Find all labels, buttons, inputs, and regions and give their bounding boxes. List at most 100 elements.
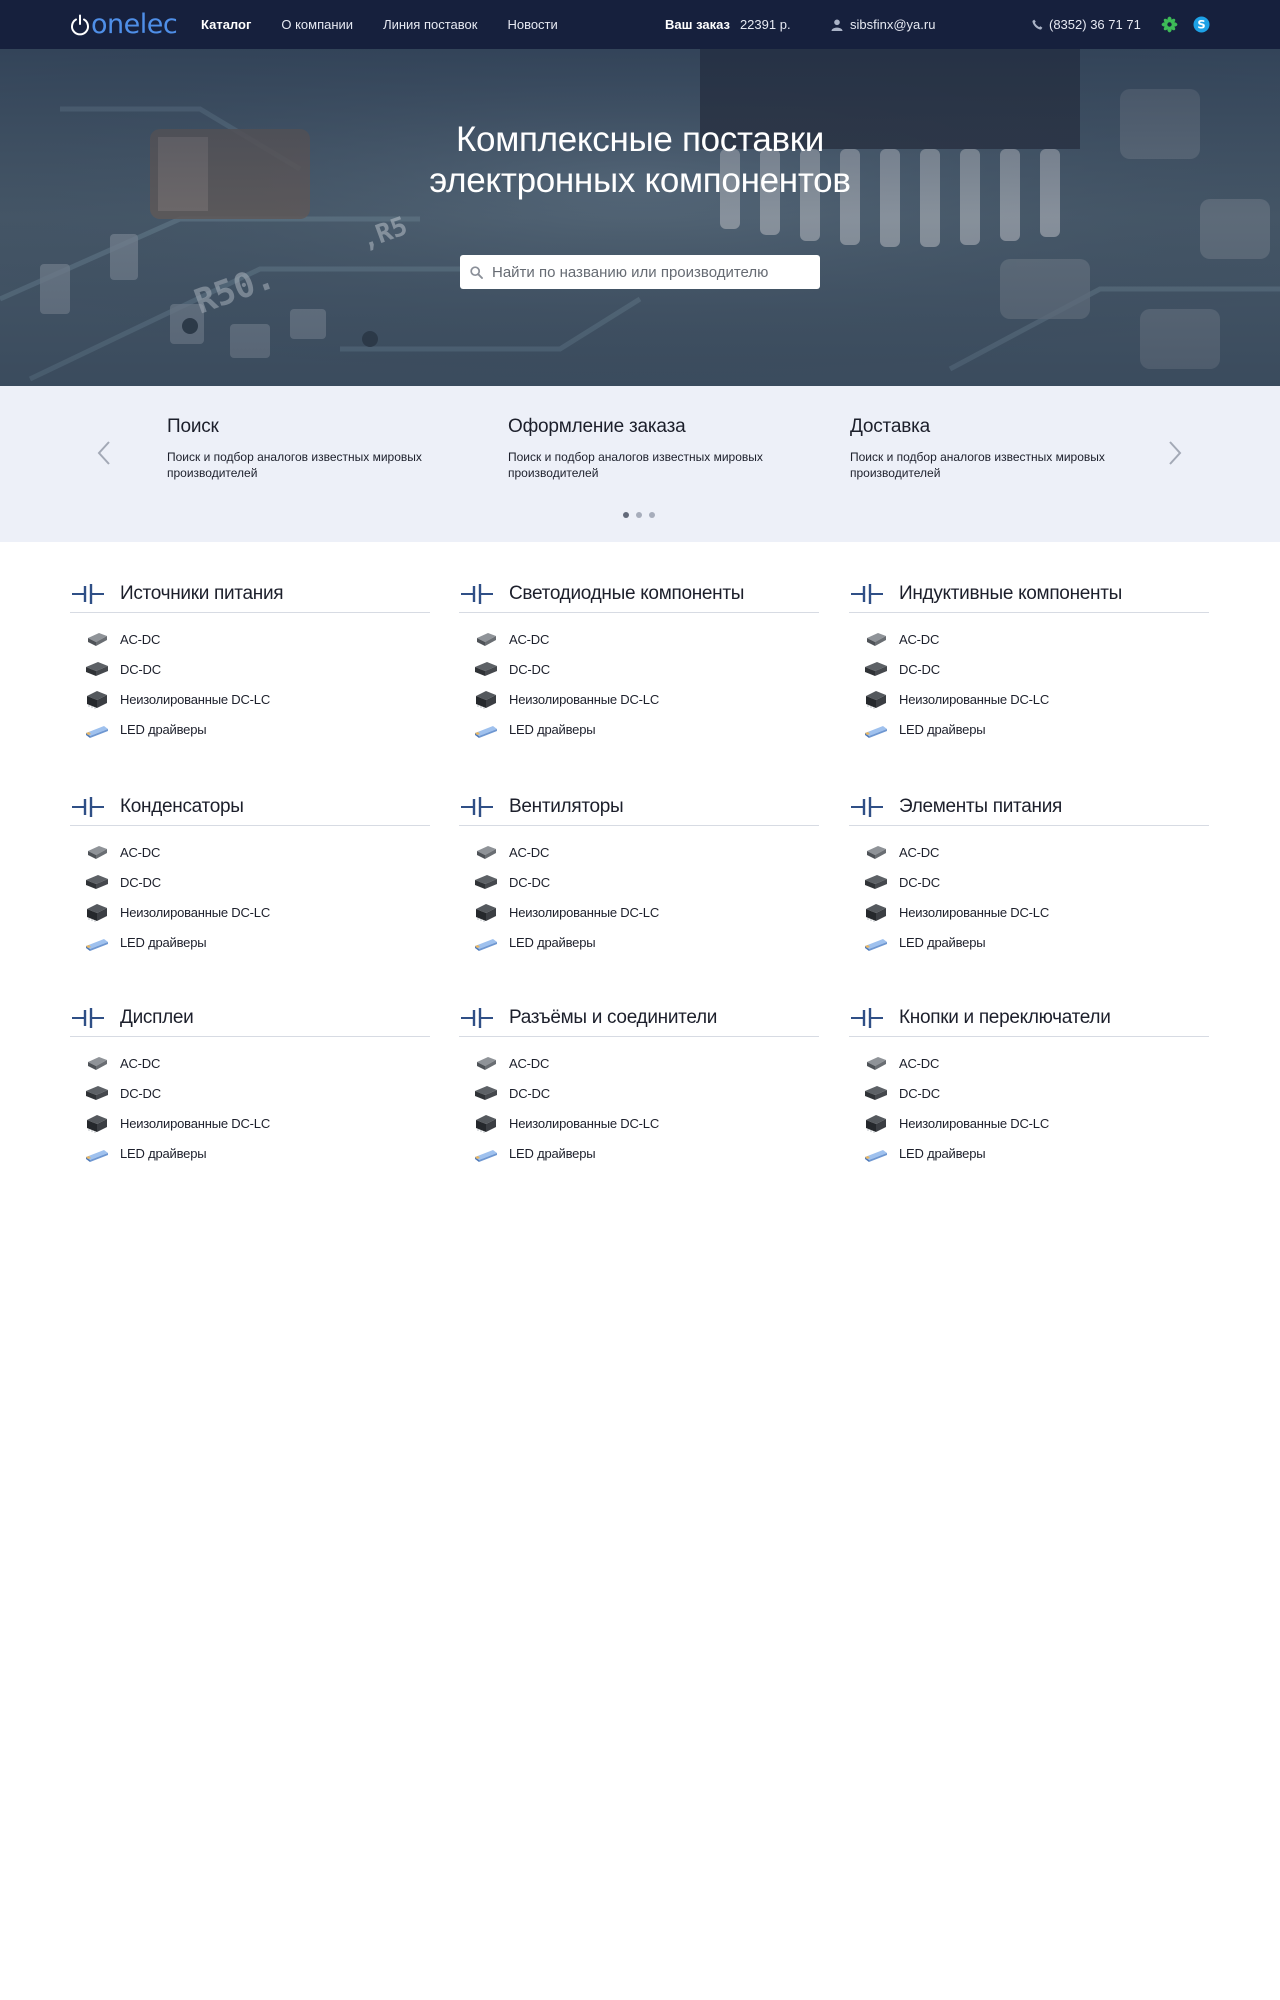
category-header[interactable]: Индуктивные компоненты [849,576,1209,613]
category-header[interactable]: Элементы питания [849,789,1209,826]
category-item[interactable]: Неизолированные DC-LC [70,684,430,714]
category-item[interactable]: AC-DC [849,624,1209,654]
category-item-label: LED драйверы [899,721,986,737]
category-item[interactable]: AC-DC [849,837,1209,867]
non-isolated-module-icon [476,1115,496,1133]
category-item[interactable]: DC-DC [459,1078,819,1108]
dc-dc-module-icon [865,662,887,676]
category-list: AC-DC DC-DC Неизолированные DC-LC LED драйв… [459,837,819,957]
feature-title: Поиск [167,416,219,437]
category-item[interactable]: DC-DC [70,867,430,897]
non-isolated-module-icon [476,691,496,709]
category-item[interactable]: Неизолированные DC-LC [459,1108,819,1138]
phone-contact[interactable]: (8352) 36 71 71 [1032,0,1141,49]
category-header[interactable]: Дисплеи [70,1000,430,1037]
category-item[interactable]: LED драйверы [459,927,819,957]
category-item[interactable]: DC-DC [70,654,430,684]
skype-icon[interactable]: S [1193,16,1210,33]
category-title: Элементы питания [899,796,1062,817]
category-item-label: LED драйверы [509,934,596,950]
category-item[interactable]: LED драйверы [70,714,430,744]
dc-dc-module-icon [865,1086,887,1100]
capacitor-icon [851,584,883,604]
category-item[interactable]: AC-DC [459,624,819,654]
category-item[interactable]: AC-DC [70,837,430,867]
category-item-label: DC-DC [509,1085,550,1101]
category-header[interactable]: Светодиодные компоненты [459,576,819,613]
category-header[interactable]: Разъёмы и соединители [459,1000,819,1037]
category-item[interactable]: AC-DC [70,624,430,654]
capacitor-icon [851,797,883,817]
nav-supply-line[interactable]: Линия поставок [383,17,477,32]
category-item-label: AC-DC [899,631,940,647]
led-driver-icon [86,939,108,951]
phone-number: (8352) 36 71 71 [1049,17,1141,32]
logo-text: onelec [91,9,178,40]
search-input[interactable] [492,263,802,281]
user-account[interactable]: sibsfinx@ya.ru [831,0,935,49]
category-list: AC-DC DC-DC Неизолированные DC-LC LED драйв… [70,624,430,744]
carousel-dot-1[interactable] [623,512,629,518]
category-item[interactable]: Неизолированные DC-LC [459,684,819,714]
category-item[interactable]: LED драйверы [70,1138,430,1168]
category-header[interactable]: Вентиляторы [459,789,819,826]
category-item-label: AC-DC [120,1055,161,1071]
category-item[interactable]: LED драйверы [70,927,430,957]
category-item[interactable]: LED драйверы [849,927,1209,957]
carousel-dot-2[interactable] [636,512,642,518]
category-title: Вентиляторы [509,796,624,817]
nav-news[interactable]: Новости [507,17,557,32]
category-item[interactable]: DC-DC [459,654,819,684]
category-header[interactable]: Кнопки и переключатели [849,1000,1209,1037]
ac-dc-module-icon [88,1057,107,1070]
category-item[interactable]: AC-DC [459,837,819,867]
category-header[interactable]: Конденсаторы [70,789,430,826]
category-item[interactable]: AC-DC [849,1048,1209,1078]
category-title: Кнопки и переключатели [899,1007,1111,1028]
nav-about[interactable]: О компании [281,17,353,32]
order-label: Ваш заказ [665,17,730,32]
category-item[interactable]: Неизолированные DC-LC [459,897,819,927]
category-item[interactable]: Неизолированные DC-LC [849,897,1209,927]
category-item[interactable]: Неизолированные DC-LC [849,684,1209,714]
capacitor-icon [72,1008,104,1028]
category-item[interactable]: Неизолированные DC-LC [70,1108,430,1138]
category-item[interactable]: AC-DC [70,1048,430,1078]
messenger-icon[interactable] [1161,16,1178,33]
category-item-label: Неизолированные DC-LC [509,904,660,920]
category-item[interactable]: LED драйверы [849,1138,1209,1168]
feature-text: Поиск и подбор аналогов известных мировы… [508,450,763,480]
category-item[interactable]: Неизолированные DC-LC [849,1108,1209,1138]
feature-title: Оформление заказа [508,416,686,437]
category-item-label: Неизолированные DC-LC [120,1115,271,1131]
category-list: AC-DC DC-DC Неизолированные DC-LC LED драйв… [459,624,819,744]
category-item[interactable]: DC-DC [849,654,1209,684]
category-item[interactable]: LED драйверы [459,714,819,744]
category-item[interactable]: AC-DC [459,1048,819,1078]
nav-catalog[interactable]: Каталог [201,17,251,32]
chevron-right-icon[interactable] [1163,438,1187,468]
non-isolated-module-icon [87,1115,107,1133]
category-item[interactable]: Неизолированные DC-LC [70,897,430,927]
logo[interactable]: onelec [70,9,178,40]
led-driver-icon [865,939,887,951]
led-driver-icon [865,726,887,738]
capacitor-icon [461,1008,493,1028]
category-header[interactable]: Источники питания [70,576,430,613]
category-item[interactable]: DC-DC [849,867,1209,897]
category-item[interactable]: DC-DC [849,1078,1209,1108]
category-item[interactable]: DC-DC [459,867,819,897]
category-displays: Дисплеи AC-DC DC-DC Неизолированные DC-LC LE… [70,1000,430,1168]
category-list: AC-DC DC-DC Неизолированные DC-LC LED драйв… [849,837,1209,957]
category-item[interactable]: LED драйверы [849,714,1209,744]
carousel-dot-3[interactable] [649,512,655,518]
ac-dc-module-icon [88,846,107,859]
chevron-left-icon[interactable] [92,438,116,468]
category-item[interactable]: LED драйверы [459,1138,819,1168]
category-item[interactable]: DC-DC [70,1078,430,1108]
capacitor-icon [72,797,104,817]
category-item-label: AC-DC [509,631,550,647]
category-list: AC-DC DC-DC Неизолированные DC-LC LED драйв… [459,1048,819,1168]
category-title: Светодиодные компоненты [509,583,745,604]
order-summary[interactable]: Ваш заказ 22391 р. [665,0,791,49]
